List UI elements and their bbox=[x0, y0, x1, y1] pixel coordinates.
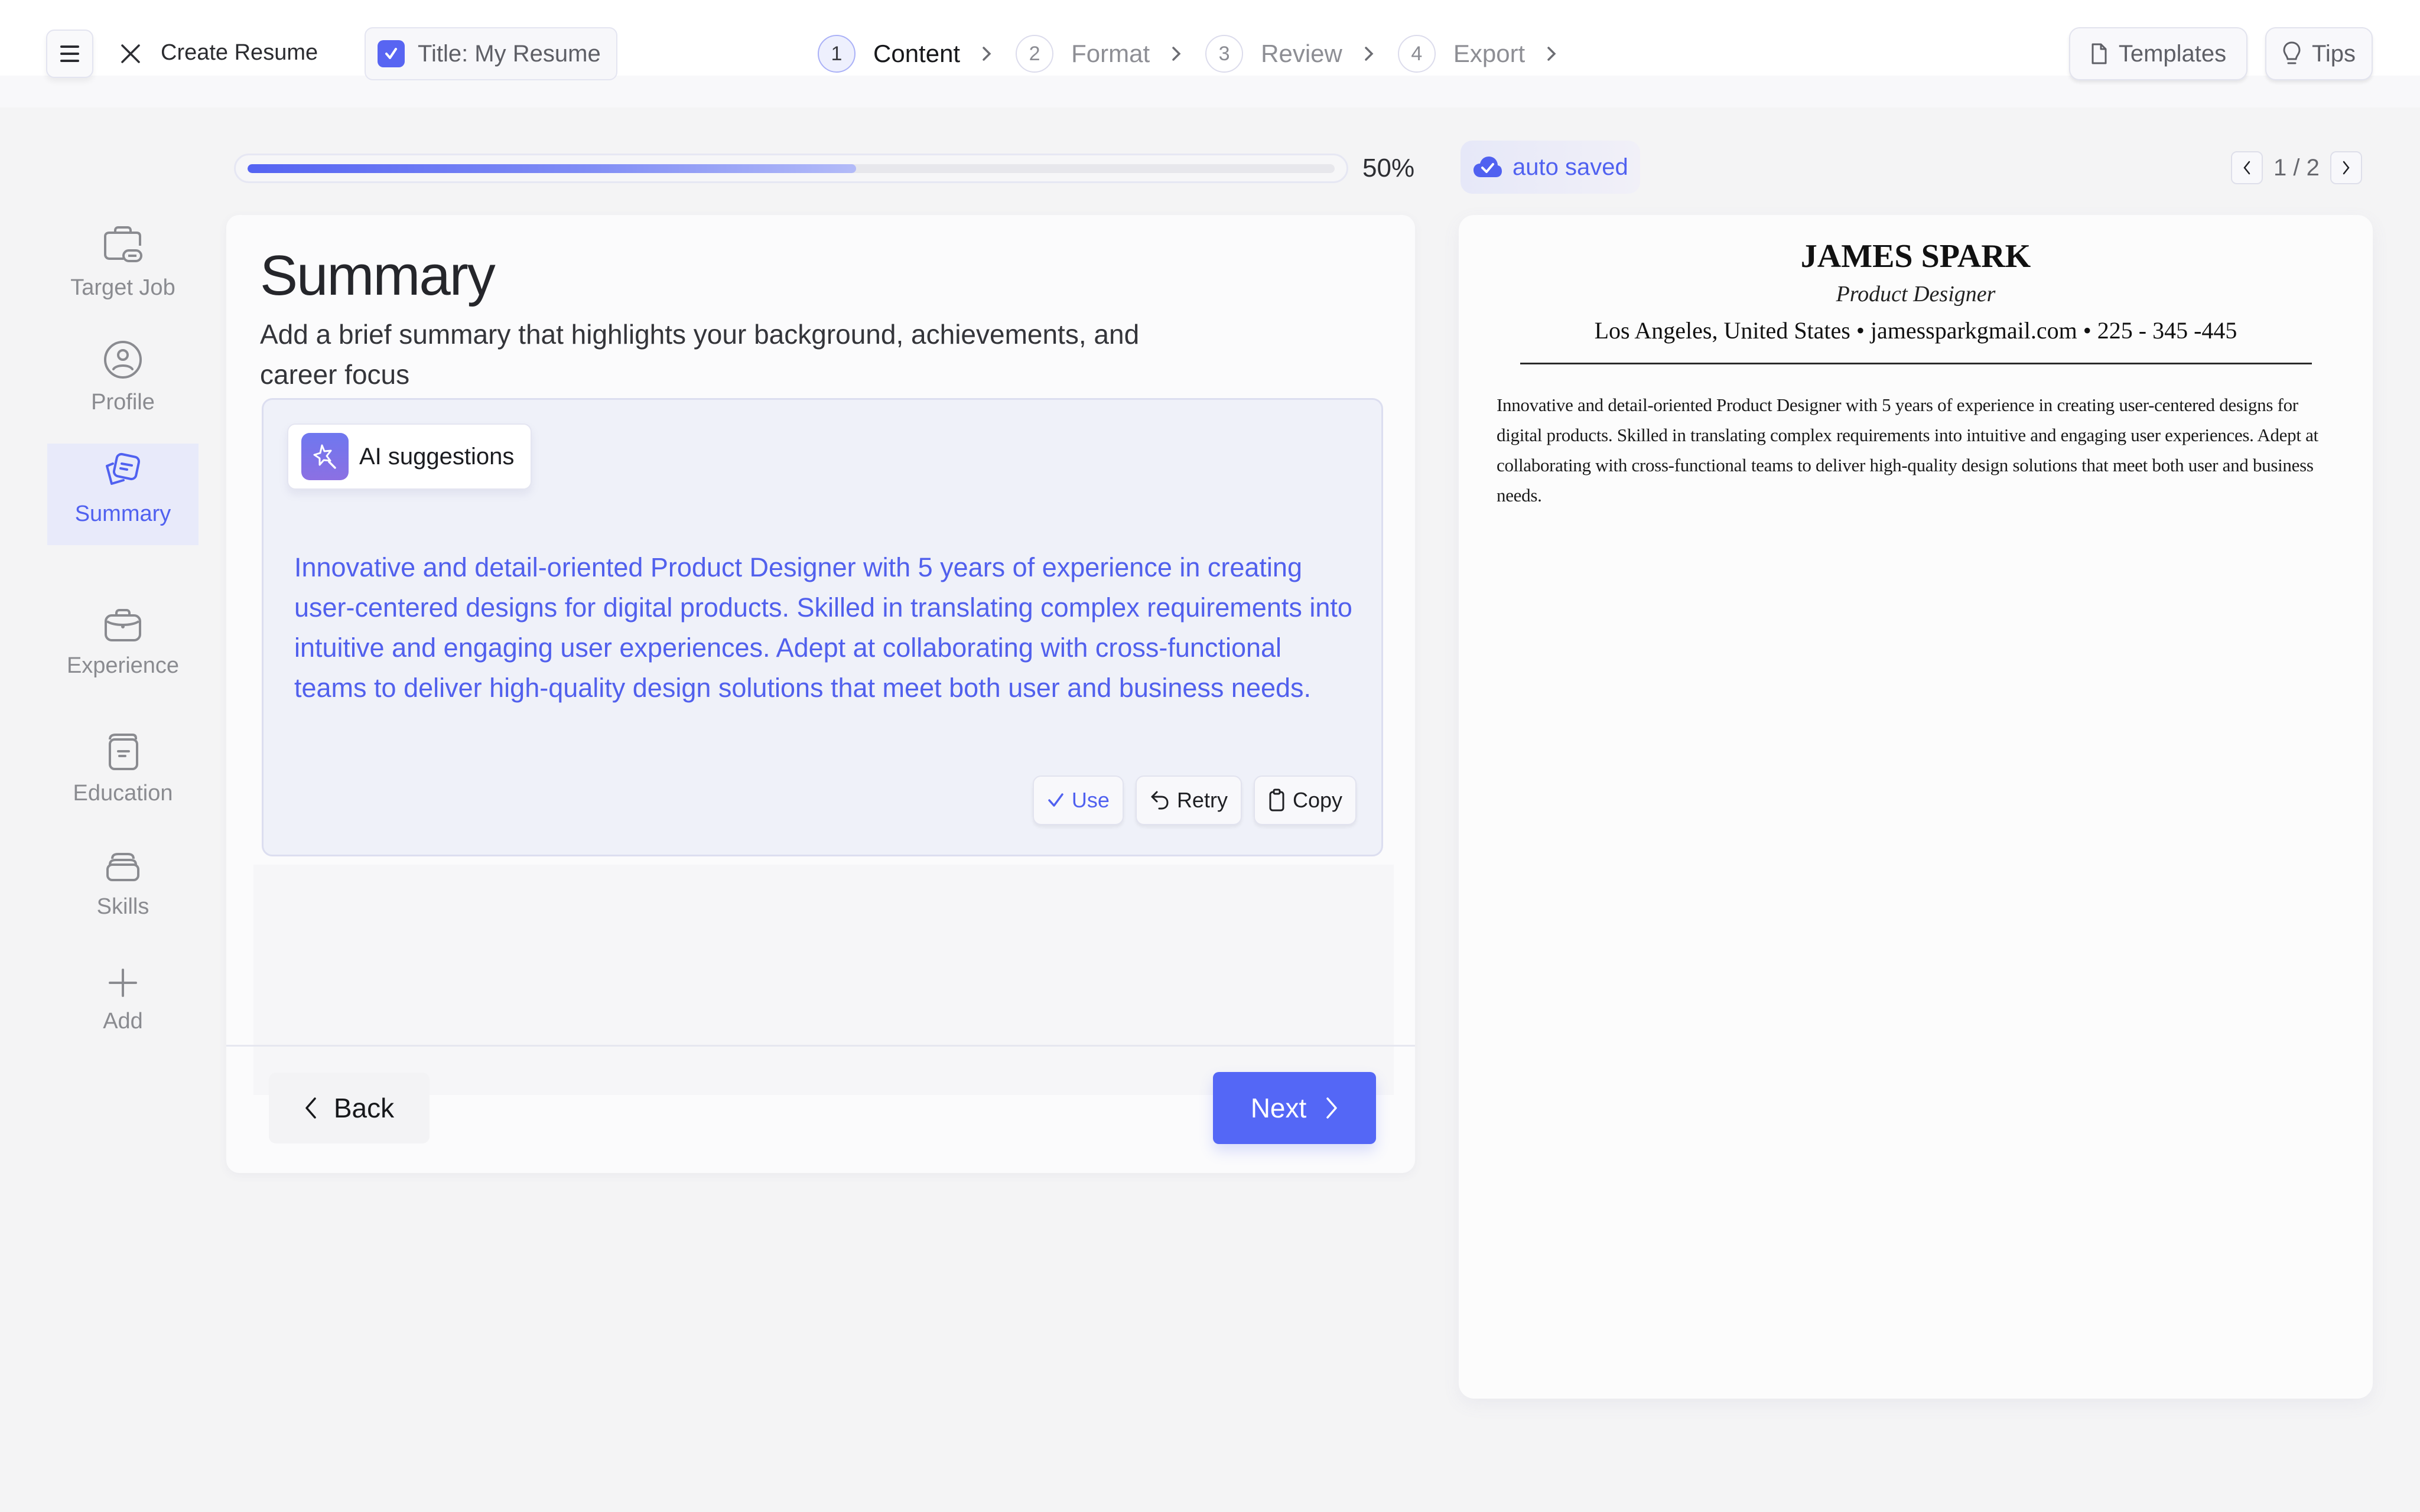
resume-role: Product Designer bbox=[1836, 282, 1996, 307]
back-button[interactable]: Back bbox=[269, 1073, 430, 1143]
sidebar-item-skills[interactable]: Skills bbox=[47, 832, 199, 920]
retry-button[interactable]: Retry bbox=[1135, 775, 1242, 825]
stepper: 1 Content 2 Format 3 Review 4 Export bbox=[818, 32, 1580, 76]
sidebar-item-label: Experience bbox=[66, 653, 180, 678]
tips-button[interactable]: Tips bbox=[2265, 27, 2373, 80]
templates-button[interactable]: Templates bbox=[2069, 27, 2247, 80]
clipboard-icon bbox=[1269, 788, 1284, 812]
close-button[interactable] bbox=[116, 39, 145, 69]
resume-divider bbox=[1520, 363, 2312, 364]
chevron-left-icon bbox=[305, 1097, 316, 1119]
templates-label: Templates bbox=[2118, 40, 2227, 67]
undo-icon bbox=[1151, 791, 1169, 810]
step-label: Export bbox=[1453, 40, 1525, 67]
chevron-right-icon bbox=[981, 45, 992, 62]
ai-actions: Use Retry Copy bbox=[1032, 775, 1357, 825]
editor-empty-area bbox=[253, 865, 1394, 1095]
magic-wand-icon bbox=[301, 433, 349, 480]
copy-button[interactable]: Copy bbox=[1253, 775, 1357, 825]
tips-label: Tips bbox=[2311, 40, 2356, 67]
ai-suggestions-badge: AI suggestions bbox=[287, 423, 532, 490]
sidebar-item-label: Skills bbox=[96, 894, 149, 919]
sidebar-item-target-job[interactable]: Target Job bbox=[47, 213, 199, 301]
autosave-label: auto saved bbox=[1512, 154, 1628, 180]
ai-suggestion-text: Innovative and detail-oriented Product D… bbox=[294, 552, 1352, 703]
stack-icon bbox=[105, 832, 141, 885]
chevron-right-icon bbox=[1364, 45, 1374, 62]
page-indicator: 1 / 2 bbox=[2273, 154, 2320, 181]
retry-label: Retry bbox=[1176, 788, 1228, 812]
lightbulb-icon bbox=[2283, 41, 2301, 64]
chevron-right-icon bbox=[1326, 1097, 1338, 1119]
close-icon bbox=[121, 44, 140, 63]
autosave-status: auto saved bbox=[1461, 141, 1640, 194]
book-icon bbox=[105, 718, 141, 771]
step-number: 3 bbox=[1205, 35, 1244, 73]
cards-note-icon bbox=[102, 451, 144, 492]
checkbox-checked-icon bbox=[378, 40, 405, 67]
chevron-right-icon bbox=[1171, 45, 1182, 62]
briefcase-icon bbox=[102, 591, 144, 644]
chevron-left-icon bbox=[2243, 161, 2250, 175]
next-page-button[interactable] bbox=[2330, 151, 2362, 184]
footer-divider bbox=[226, 1045, 1415, 1047]
briefcase-link-icon bbox=[102, 213, 144, 266]
use-label: Use bbox=[1071, 788, 1110, 812]
chevron-right-icon bbox=[1546, 45, 1557, 62]
sidebar-item-experience[interactable]: Experience bbox=[47, 591, 199, 679]
resume-title-chip[interactable]: Title: My Resume bbox=[365, 27, 617, 80]
step-export[interactable]: 4 Export bbox=[1397, 35, 1580, 73]
menu-button[interactable] bbox=[46, 30, 93, 78]
next-button[interactable]: Next bbox=[1213, 1072, 1376, 1144]
page-pager: 1 / 2 bbox=[2231, 151, 2362, 184]
step-number: 2 bbox=[1016, 35, 1054, 73]
resume-preview: JAMES SPARK Product Designer Los Angeles… bbox=[1459, 215, 2373, 1399]
ai-suggestion-box: AI suggestions Innovative and detail-ori… bbox=[262, 398, 1383, 856]
copy-label: Copy bbox=[1292, 788, 1342, 812]
sidebar-item-education[interactable]: Education bbox=[47, 718, 199, 806]
sidebar-item-add[interactable]: Add bbox=[47, 946, 199, 1034]
plus-icon bbox=[106, 946, 139, 999]
chevron-right-icon bbox=[2343, 161, 2350, 175]
back-label: Back bbox=[333, 1093, 395, 1123]
sidebar-item-label: Summary bbox=[74, 501, 171, 526]
section-subtitle: Add a brief summary that highlights your… bbox=[260, 319, 1140, 390]
sidebar-item-profile[interactable]: Profile bbox=[47, 327, 199, 415]
editor-card: Summary Add a brief summary that highlig… bbox=[226, 215, 1415, 1173]
step-content[interactable]: 1 Content bbox=[818, 35, 1016, 73]
ai-suggestions-label: AI suggestions bbox=[359, 443, 515, 470]
progress-percent: 50% bbox=[1362, 154, 1415, 183]
create-resume-label: Create Resume bbox=[161, 40, 318, 65]
sidebar-item-label: Education bbox=[73, 781, 173, 806]
sidebar-item-label: Profile bbox=[91, 390, 155, 415]
use-button[interactable]: Use bbox=[1032, 775, 1124, 825]
next-label: Next bbox=[1250, 1093, 1307, 1123]
step-label: Content bbox=[873, 40, 961, 67]
step-review[interactable]: 3 Review bbox=[1205, 35, 1398, 73]
step-number: 1 bbox=[818, 35, 856, 73]
progress-bar bbox=[234, 154, 1348, 183]
resume-title-text: Title: My Resume bbox=[418, 40, 601, 67]
step-label: Review bbox=[1261, 40, 1342, 67]
prev-page-button[interactable] bbox=[2231, 151, 2263, 184]
progress-fill bbox=[248, 164, 857, 173]
sidebar-item-summary[interactable]: Summary bbox=[47, 444, 199, 545]
resume-name: JAMES SPARK bbox=[1800, 238, 2031, 275]
sidebar-item-label: Add bbox=[103, 1009, 143, 1034]
resume-contact: Los Angeles, United States • jamessparkg… bbox=[1594, 317, 2237, 344]
section-title: Summary bbox=[260, 244, 496, 307]
step-format[interactable]: 2 Format bbox=[1016, 35, 1205, 73]
resume-summary: Innovative and detail-oriented Product D… bbox=[1497, 395, 2318, 506]
progress-track bbox=[248, 164, 1335, 173]
top-bar-underlay bbox=[0, 76, 2420, 107]
sidebar-item-label: Target Job bbox=[70, 275, 175, 300]
check-icon bbox=[1048, 793, 1063, 807]
document-icon bbox=[2092, 43, 2107, 64]
cloud-check-icon bbox=[1474, 157, 1502, 177]
step-number: 4 bbox=[1397, 35, 1436, 73]
user-circle-icon bbox=[102, 327, 144, 380]
step-label: Format bbox=[1071, 40, 1150, 67]
hamburger-icon bbox=[60, 45, 79, 62]
